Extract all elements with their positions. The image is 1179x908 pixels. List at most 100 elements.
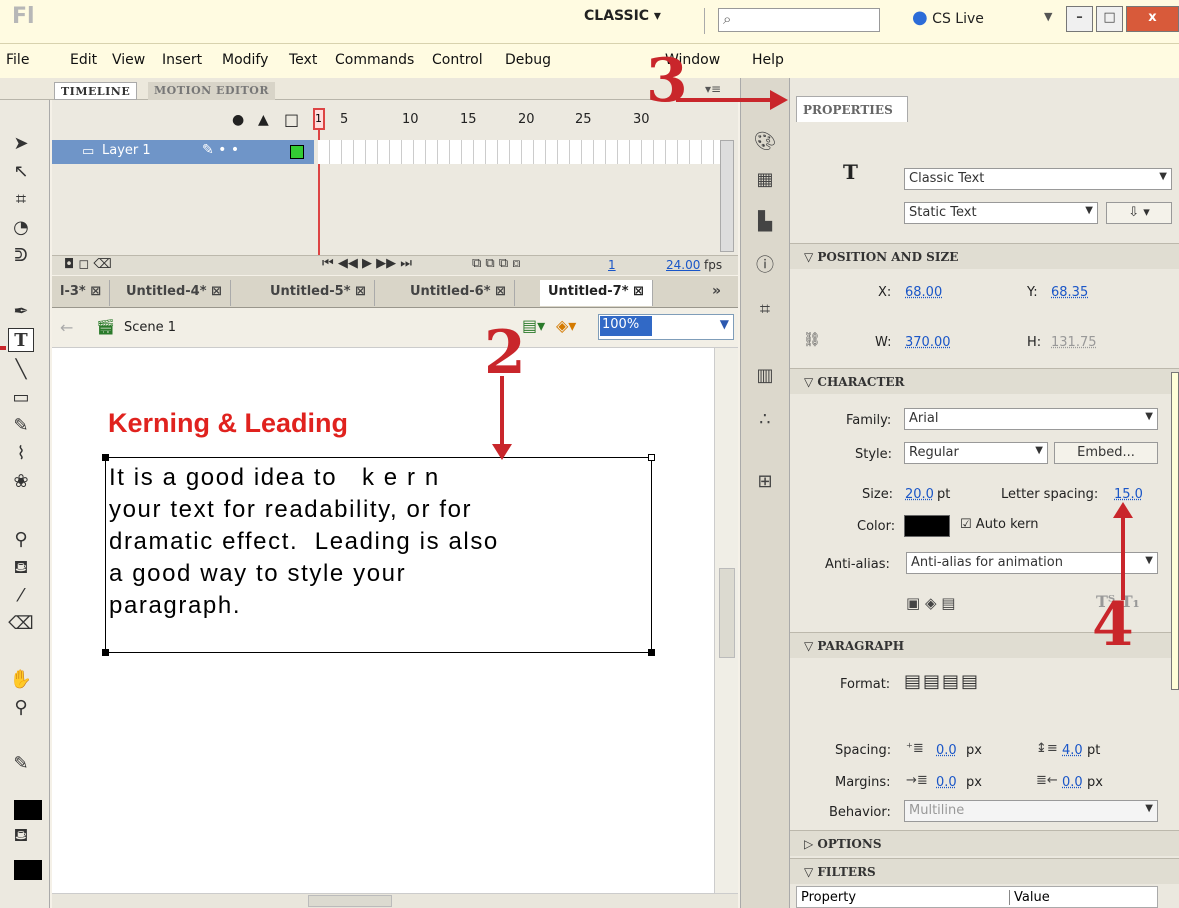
scene-name[interactable]: Scene 1 <box>124 320 176 335</box>
frame-rate[interactable]: 24.00 <box>666 258 700 272</box>
y-value[interactable]: 68.35 <box>1051 285 1088 300</box>
panel-menu-icon[interactable]: ▾≡ <box>705 82 721 96</box>
lasso-tool-icon[interactable]: ᕲ <box>8 244 34 268</box>
doc-tab-6[interactable]: Untitled-6* ⊠ <box>402 280 515 306</box>
letter-spacing-value[interactable]: 15.0 <box>1114 487 1143 502</box>
swatches-icon[interactable]: ▦ <box>753 168 777 192</box>
orientation-button[interactable]: ⇩ ▾ <box>1106 202 1172 224</box>
size-value[interactable]: 20.0 <box>905 487 934 502</box>
section-character[interactable]: ▽ CHARACTER <box>790 368 1179 394</box>
align-icon[interactable]: ▙ <box>753 210 777 234</box>
components-icon[interactable]: ⊞ <box>753 470 777 494</box>
text-engine-select[interactable]: Classic Text ▼ <box>904 168 1172 190</box>
menu-edit[interactable]: Edit <box>70 52 97 68</box>
eraser-tool-icon[interactable]: ⌫ <box>8 612 34 636</box>
doc-tab-5[interactable]: Untitled-5* ⊠ <box>262 280 375 306</box>
free-transform-icon[interactable]: ⌗ <box>8 188 34 212</box>
layer-color-swatch[interactable] <box>290 145 304 159</box>
bone-tool-icon[interactable]: ⚲ <box>8 528 34 552</box>
resize-handle[interactable] <box>102 649 109 656</box>
doc-tab-4[interactable]: Untitled-4* ⊠ <box>118 280 231 306</box>
tab-properties[interactable]: PROPERTIES <box>796 96 908 122</box>
eyedropper-icon[interactable]: ⁄ <box>8 584 34 608</box>
menu-text[interactable]: Text <box>289 52 317 68</box>
info-icon[interactable]: ⓘ <box>753 254 777 278</box>
x-value[interactable]: 68.00 <box>905 285 942 300</box>
pencil-tool-icon[interactable]: ✎ <box>8 414 34 438</box>
maximize-button[interactable]: □ <box>1096 6 1123 32</box>
stage-horizontal-scrollbar[interactable] <box>52 893 738 908</box>
stroke-color-swatch[interactable] <box>14 800 42 820</box>
library-icon[interactable]: ▥ <box>753 364 777 388</box>
frame-track[interactable] <box>318 140 720 164</box>
playback-controls[interactable]: ⏮ ◀◀ ▶ ▶▶ ⏭ <box>322 256 412 271</box>
playhead[interactable]: 1 <box>313 108 325 130</box>
zoom-tool-icon[interactable]: ⚲ <box>8 696 34 720</box>
font-family-select[interactable]: Arial ▼ <box>904 408 1158 430</box>
text-color-swatch[interactable] <box>904 515 950 537</box>
search-input[interactable]: ⌕ <box>718 8 880 32</box>
close-button[interactable]: x <box>1126 6 1179 32</box>
transform-icon[interactable]: ⌗ <box>753 298 777 322</box>
section-options[interactable]: ▷ OPTIONS <box>790 830 1179 856</box>
menu-file[interactable]: File <box>6 52 29 68</box>
section-filters[interactable]: ▽ FILTERS <box>790 858 1179 884</box>
behavior-select[interactable]: Multiline ▼ <box>904 800 1158 822</box>
color-panel-icon[interactable]: 🎨︎ <box>753 130 777 154</box>
selection-tool-icon[interactable]: ➤ <box>8 132 34 156</box>
scroll-thumb[interactable] <box>719 568 735 658</box>
zoom-value[interactable]: 100% <box>600 316 652 336</box>
back-arrow-icon[interactable]: ← <box>60 318 73 337</box>
tab-timeline[interactable]: TIMELINE <box>54 82 138 100</box>
paint-bucket-icon[interactable]: ⛾ <box>8 556 34 580</box>
pen-tool-icon[interactable]: ✒ <box>8 300 34 324</box>
resize-handle[interactable] <box>648 649 655 656</box>
tab-motion-editor[interactable]: MOTION EDITOR <box>148 82 276 100</box>
3d-rotation-icon[interactable]: ◔ <box>8 216 34 240</box>
edit-symbols-icon[interactable]: ◈▾ <box>556 316 576 335</box>
onion-skin-icons[interactable]: ⧉ ⧉ ⧉ ⧈ <box>472 256 521 271</box>
resize-handle[interactable] <box>102 454 109 461</box>
lock-icon[interactable]: ▲ <box>258 112 269 128</box>
text-type-select[interactable]: Static Text ▼ <box>904 202 1098 224</box>
menu-help[interactable]: Help <box>752 52 784 68</box>
left-margin-value[interactable]: 0.0 <box>936 775 957 790</box>
section-position-size[interactable]: ▽ POSITION AND SIZE <box>790 243 1179 269</box>
line-spacing-value[interactable]: 4.0 <box>1062 743 1083 758</box>
menu-commands[interactable]: Commands <box>335 52 414 68</box>
font-style-select[interactable]: Regular ▼ <box>904 442 1048 464</box>
layer-row[interactable]: ▭ Layer 1 ✎ • • <box>52 140 314 164</box>
indent-value[interactable]: 0.0 <box>936 743 957 758</box>
eye-icon[interactable]: ● <box>232 112 244 128</box>
chevron-down-icon[interactable]: ▼ <box>1044 10 1052 23</box>
rectangle-tool-icon[interactable]: ▭ <box>8 386 34 410</box>
stage-text-box[interactable]: It is a good idea to k e r n your text f… <box>102 454 655 656</box>
embed-button[interactable]: Embed... <box>1054 442 1158 464</box>
motion-presets-icon[interactable]: ∴ <box>753 408 777 432</box>
auto-kern-checkbox[interactable]: ☑ Auto kern <box>960 517 1039 532</box>
workspace-switcher[interactable]: CLASSIC ▾ <box>584 8 661 24</box>
paragraph-align-buttons[interactable]: ▤▤▤▤ <box>904 671 980 692</box>
right-margin-value[interactable]: 0.0 <box>1062 775 1083 790</box>
doc-tab-7[interactable]: Untitled-7* ⊠ <box>540 280 653 306</box>
link-icon[interactable]: ⛓ <box>803 332 821 348</box>
stage-vertical-scrollbar[interactable] <box>714 348 738 893</box>
line-tool-icon[interactable]: ╲ <box>8 358 34 382</box>
menu-modify[interactable]: Modify <box>222 52 268 68</box>
timeline-scrollbar[interactable] <box>720 140 734 252</box>
more-tabs-icon[interactable]: » <box>712 283 721 299</box>
menu-debug[interactable]: Debug <box>505 52 551 68</box>
text-tool-icon[interactable]: T <box>8 328 34 352</box>
w-value[interactable]: 370.00 <box>905 335 951 350</box>
cs-live-button[interactable]: ● CS Live <box>912 7 984 28</box>
menu-insert[interactable]: Insert <box>162 52 202 68</box>
new-layer-icon[interactable]: ◘ ◻ ⌫ <box>64 257 112 272</box>
brush-tool-icon[interactable]: ⌇ <box>8 442 34 466</box>
minimize-button[interactable]: – <box>1066 6 1093 32</box>
scroll-thumb[interactable] <box>308 895 392 907</box>
text-format-toggles[interactable]: ▣ ◈ ▤ <box>906 594 955 612</box>
resize-handle[interactable] <box>648 454 655 461</box>
deco-tool-icon[interactable]: ❀ <box>8 470 34 494</box>
outline-icon[interactable]: □ <box>284 110 299 129</box>
fill-color-swatch[interactable] <box>14 860 42 880</box>
